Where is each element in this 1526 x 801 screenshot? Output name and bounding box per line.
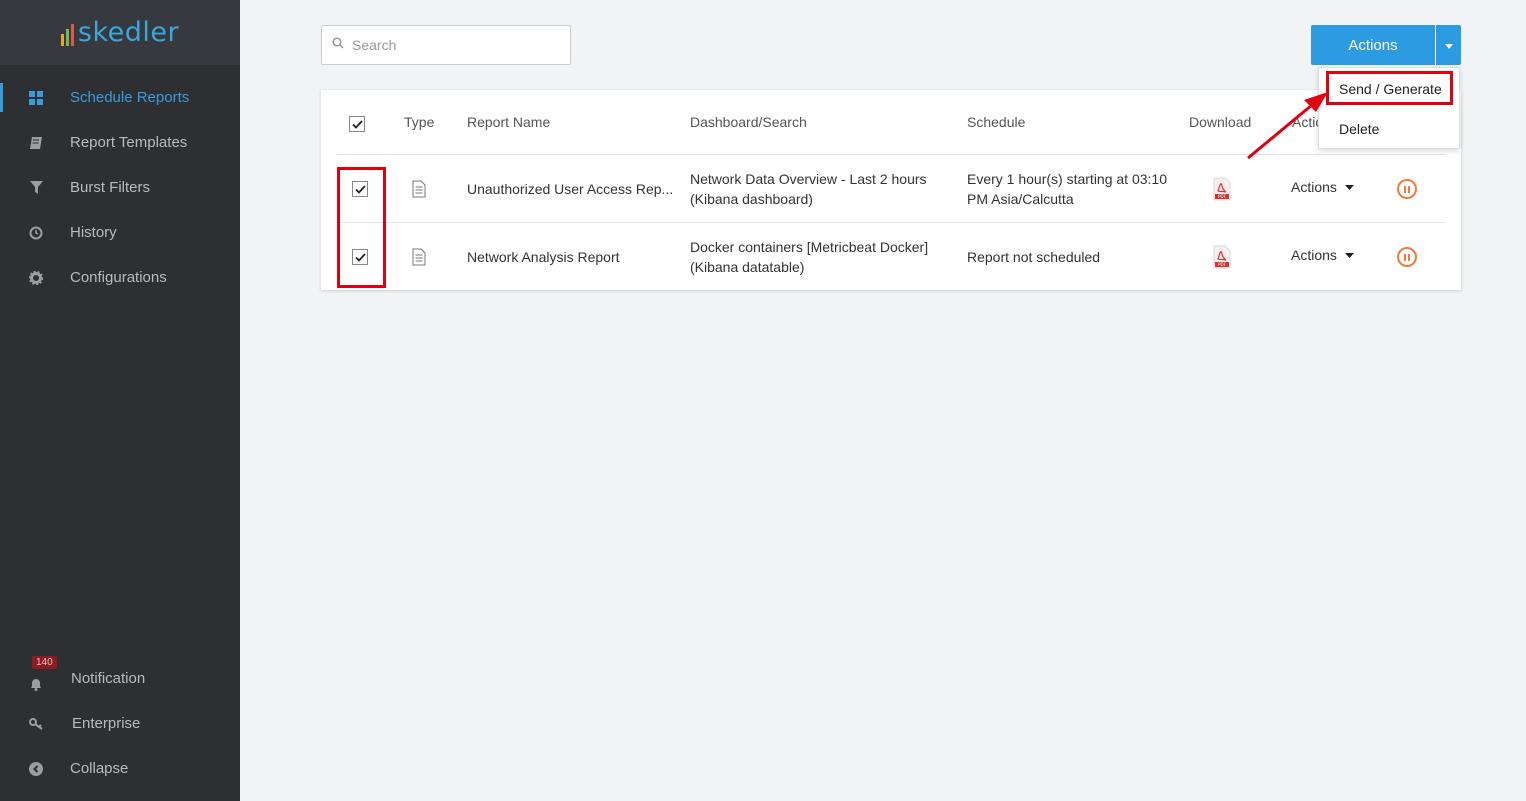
svg-text:PDF: PDF — [1218, 194, 1226, 199]
notification-badge: 140 — [32, 656, 57, 669]
gear-icon — [28, 270, 44, 286]
actions-button[interactable]: Actions — [1311, 25, 1435, 65]
checkbox-highlight-box — [337, 167, 386, 288]
row-actions-label: Actions — [1291, 179, 1337, 195]
svg-text:PDF: PDF — [1218, 262, 1226, 267]
table-row: Unauthorized User Access Rep... Network … — [321, 155, 1461, 223]
search-box[interactable] — [321, 25, 571, 65]
sidebar-bottom-nav: 140 Notification Enterprise Collapse — [0, 656, 240, 791]
skedler-logo[interactable]: skedler — [60, 16, 180, 48]
sidebar-item-label: Report Templates — [70, 134, 188, 151]
search-icon — [332, 36, 344, 54]
sidebar-item-enterprise[interactable]: Enterprise — [0, 701, 240, 746]
document-icon — [412, 248, 426, 266]
sidebar-item-burst-filters[interactable]: Burst Filters — [0, 165, 240, 210]
sidebar-item-history[interactable]: History — [0, 210, 240, 255]
bell-icon — [28, 676, 44, 692]
sidebar-item-label: Notification — [71, 670, 146, 687]
filter-icon — [28, 180, 44, 196]
pdf-download-icon[interactable]: PDF — [1213, 245, 1231, 269]
schedule-line1: Every 1 hour(s) starting at 03:10 — [967, 171, 1167, 187]
book-icon — [28, 135, 44, 151]
sidebar-item-configurations[interactable]: Configurations — [0, 255, 240, 300]
sidebar-item-schedule-reports[interactable]: Schedule Reports — [0, 75, 240, 120]
key-icon — [28, 716, 44, 732]
column-header-report-name: Report Name — [467, 114, 551, 130]
dashboard-line1: Network Data Overview - Last 2 hours — [690, 171, 927, 187]
column-header-type: Type — [404, 114, 435, 130]
row-actions-label: Actions — [1291, 247, 1337, 263]
menu-item-delete[interactable]: Delete — [1339, 121, 1379, 137]
pdf-download-icon[interactable]: PDF — [1213, 177, 1231, 201]
clock-icon — [28, 225, 44, 241]
sidebar-item-label: Burst Filters — [70, 179, 151, 196]
sidebar-item-label: Schedule Reports — [70, 89, 190, 106]
logo-bars-icon — [60, 23, 74, 46]
send-generate-highlight-box — [1326, 71, 1453, 105]
dashboard-line2: (Kibana dashboard) — [690, 191, 813, 207]
report-name[interactable]: Unauthorized User Access Rep... — [467, 179, 673, 199]
row-actions-dropdown[interactable]: Actions — [1291, 247, 1354, 263]
sidebar-nav: Schedule Reports Report Templates Burst … — [0, 75, 240, 300]
caret-down-icon — [1444, 36, 1453, 54]
sidebar-item-label: History — [70, 224, 117, 241]
sidebar-item-notification[interactable]: 140 Notification — [0, 656, 240, 701]
select-all-checkbox[interactable] — [349, 116, 365, 132]
logo-area: skedler — [0, 0, 240, 65]
pause-schedule-button[interactable] — [1397, 247, 1417, 267]
column-header-dashboard-search: Dashboard/Search — [690, 114, 807, 130]
schedule-line1: Report not scheduled — [967, 249, 1101, 265]
dashboard-line2: (Kibana datatable) — [690, 259, 805, 275]
grid-icon — [28, 90, 44, 106]
check-icon — [351, 119, 363, 129]
sidebar-item-label: Configurations — [70, 269, 167, 286]
logo-text: skedler — [77, 16, 180, 48]
actions-dropdown-toggle[interactable] — [1436, 25, 1461, 65]
caret-down-icon — [1344, 252, 1354, 258]
dashboard-line1: Docker containers [Metricbeat Docker] — [690, 239, 929, 255]
caret-down-icon — [1344, 184, 1354, 190]
sidebar-item-report-templates[interactable]: Report Templates — [0, 120, 240, 165]
pause-schedule-button[interactable] — [1397, 179, 1417, 199]
chevron-left-circle-icon — [28, 761, 44, 777]
schedule-line2: PM Asia/Calcutta — [967, 191, 1074, 207]
sidebar: skedler Schedule Reports Report Template… — [0, 0, 240, 801]
sidebar-item-label: Enterprise — [72, 715, 141, 732]
document-icon — [412, 180, 426, 198]
sidebar-item-collapse[interactable]: Collapse — [0, 746, 240, 791]
report-name[interactable]: Network Analysis Report — [467, 247, 620, 267]
sidebar-item-label: Collapse — [70, 760, 129, 777]
annotation-arrow-icon — [1247, 92, 1328, 160]
search-input[interactable] — [352, 37, 552, 53]
table-row: Network Analysis Report Docker container… — [321, 223, 1461, 291]
column-header-schedule: Schedule — [967, 114, 1026, 130]
row-actions-dropdown[interactable]: Actions — [1291, 179, 1354, 195]
